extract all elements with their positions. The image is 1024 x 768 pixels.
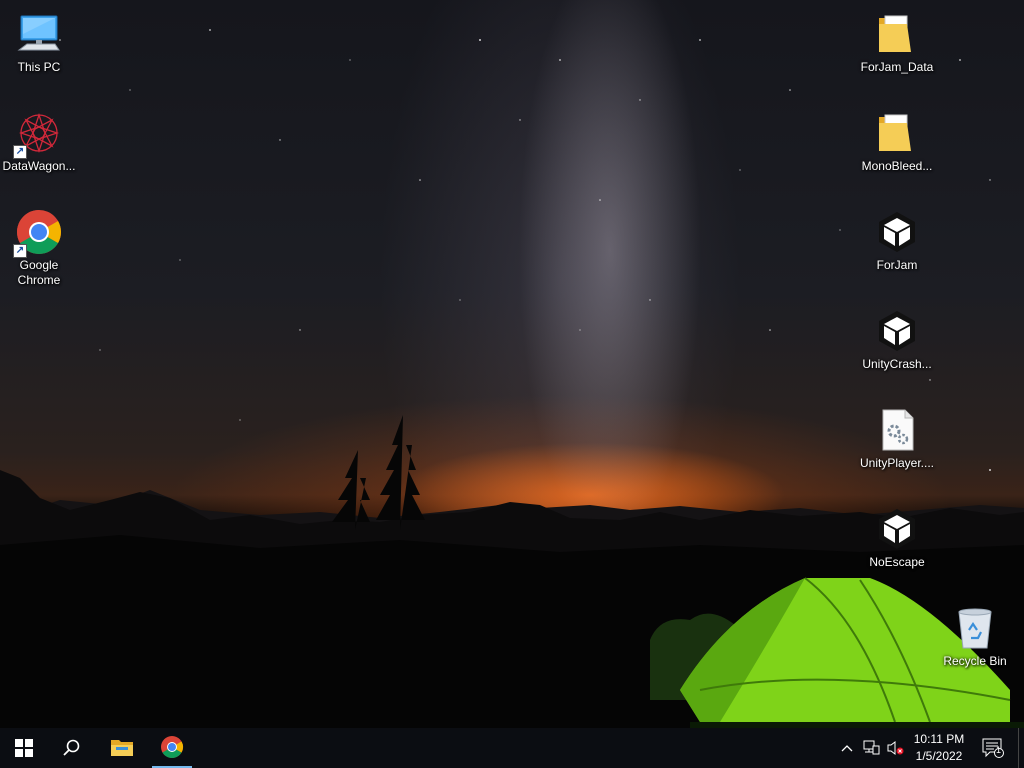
search-icon xyxy=(63,739,80,756)
show-desktop-button[interactable] xyxy=(1018,728,1024,768)
datawagon-icon: ↗ xyxy=(13,109,63,159)
unity-icon xyxy=(873,307,921,355)
chevron-up-icon xyxy=(841,745,853,752)
desktop-icon-label: NoEscape xyxy=(869,555,925,569)
taskbar-file-explorer[interactable] xyxy=(102,728,142,768)
network-button[interactable] xyxy=(860,738,882,758)
folder-icon xyxy=(873,109,921,157)
desktop-icon-this-pc[interactable]: This PC xyxy=(0,4,78,75)
desktop-icon-unitycrash[interactable]: UnityCrash... xyxy=(858,301,936,372)
desktop-icon-label: ForJam_Data xyxy=(860,60,934,74)
unity-icon xyxy=(873,505,921,553)
shortcut-arrow-icon: ↗ xyxy=(13,145,27,159)
volume-muted-icon xyxy=(887,741,904,755)
desktop-icon-label: UnityCrash... xyxy=(862,357,932,371)
computer-icon xyxy=(15,10,63,58)
desktop-icon-label: ForJam xyxy=(876,258,918,272)
chrome-icon: ↗ xyxy=(13,208,63,258)
tray-overflow-button[interactable] xyxy=(838,738,856,758)
shortcut-arrow-icon: ↗ xyxy=(13,244,27,258)
network-icon xyxy=(863,740,880,755)
action-center-button[interactable]: 1 xyxy=(980,738,1006,758)
recycle-bin-icon xyxy=(951,604,999,652)
volume-button[interactable] xyxy=(884,738,906,758)
desktop-icon-noescape[interactable]: NoEscape xyxy=(858,499,936,570)
desktop-icon-datawagon[interactable]: ↗ DataWagon... xyxy=(0,103,78,174)
taskbar-chrome[interactable] xyxy=(152,728,192,768)
start-button[interactable] xyxy=(4,728,44,768)
desktop-icon-google-chrome[interactable]: ↗ Google Chrome xyxy=(0,202,78,288)
desktop-icon-label: MonoBleed... xyxy=(861,159,933,173)
desktop-icon-recycle-bin[interactable]: Recycle Bin xyxy=(936,598,1014,669)
file-explorer-icon xyxy=(111,740,133,756)
chrome-icon xyxy=(161,736,183,758)
desktop-icon-label: Google Chrome xyxy=(17,258,61,287)
desktop-icon-unityplayer[interactable]: UnityPlayer.... xyxy=(858,400,936,471)
desktop-icon-monobleed[interactable]: MonoBleed... xyxy=(858,103,936,174)
folder-icon xyxy=(873,10,921,58)
desktop-icon-label: Recycle Bin xyxy=(943,654,1007,668)
desktop-icon-forjam[interactable]: ForJam xyxy=(858,202,936,273)
desktop-icon-forjam-data[interactable]: ForJam_Data xyxy=(858,4,936,75)
settings-file-icon xyxy=(873,406,921,454)
taskbar: 10:11 PM 1/5/2022 1 xyxy=(0,728,1024,768)
desktop-icon-label: This PC xyxy=(17,60,61,74)
clock-time: 10:11 PM xyxy=(913,732,965,746)
windows-start-icon xyxy=(15,739,33,757)
desktop-icon-label: DataWagon... xyxy=(2,159,76,173)
clock-date: 1/5/2022 xyxy=(915,749,963,763)
search-button[interactable] xyxy=(52,728,92,768)
notification-count-badge: 1 xyxy=(996,745,1002,755)
desktop-icon-label: UnityPlayer.... xyxy=(859,456,935,470)
unity-icon xyxy=(873,208,921,256)
taskbar-clock[interactable]: 10:11 PM 1/5/2022 xyxy=(906,731,972,765)
